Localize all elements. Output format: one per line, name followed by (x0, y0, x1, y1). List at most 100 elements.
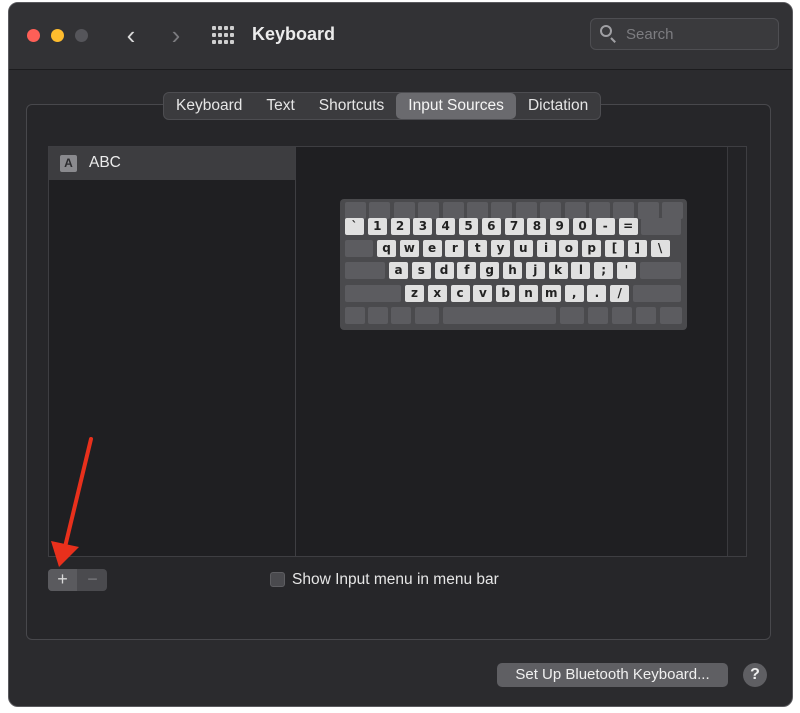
back-chevron-icon[interactable]: ‹ (117, 21, 145, 49)
keyboard-key-blank (368, 307, 388, 324)
keyboard-key: e (422, 240, 442, 257)
keyboard-key-blank (560, 307, 584, 324)
keyboard-key: p (582, 240, 602, 257)
keyboard-key: k (548, 262, 568, 279)
keyboard-key-blank (637, 202, 659, 219)
keyboard-key: q (377, 240, 396, 257)
keyboard-key: b (496, 285, 516, 302)
keyboard-key-blank (660, 307, 682, 324)
keyboard-key-blank (418, 202, 440, 219)
keyboard-key: u (513, 240, 533, 257)
keyboard-key-blank (612, 307, 632, 324)
keyboard-key: 2 (390, 218, 410, 235)
keyboard-key-blank (345, 262, 385, 279)
keyboard-key-blank (345, 285, 401, 302)
zoom-window-button[interactable] (75, 29, 88, 42)
keyboard-key-blank (515, 202, 537, 219)
keyboard-key-blank (613, 202, 635, 219)
keyboard-key: - (595, 218, 615, 235)
keyboard-layout-image: ` 1 2 3 4 5 6 7 8 9 0- = q w e r t y u i o p[] \ a s d f g h j k l; ' z x c… (340, 199, 687, 330)
keyboard-key: = (618, 218, 638, 235)
tab-shortcuts[interactable]: Shortcuts (307, 93, 396, 119)
red-arrow-annotation (51, 437, 93, 567)
keyboard-key-blank (639, 262, 681, 279)
show-all-grid-icon[interactable] (212, 26, 234, 46)
keyboard-key: 8 (527, 218, 547, 235)
keyboard-key: ] (627, 240, 647, 257)
help-button[interactable]: ? (743, 663, 767, 687)
keyboard-key-blank (641, 218, 681, 235)
keyboard-key: j (525, 262, 545, 279)
keyboard-key-blank (589, 202, 610, 219)
keyboard-key: 7 (504, 218, 524, 235)
window-title: Keyboard (252, 24, 336, 44)
tab-text[interactable]: Text (254, 93, 306, 119)
keyboard-key: l (571, 262, 591, 279)
search-icon (600, 25, 612, 37)
title-bar: ‹ › Keyboard Search (9, 3, 792, 70)
keyboard-key-blank (442, 202, 464, 219)
keyboard-key-blank (588, 307, 608, 324)
forward-chevron-icon[interactable]: › (162, 21, 190, 49)
scrollbar[interactable] (727, 147, 746, 556)
keyboard-key: a (389, 262, 408, 279)
keyboard-key-blank (443, 307, 556, 324)
keyboard-key-blank (564, 202, 586, 219)
tab-keyboard[interactable]: Keyboard (164, 93, 254, 119)
keyboard-key-blank (393, 202, 415, 219)
keyboard-key: i (536, 240, 556, 257)
keyboard-key: o (559, 240, 579, 257)
keyboard-key: n (519, 285, 538, 302)
keyboard-key-blank (467, 202, 488, 219)
keyboard-key: \ (650, 240, 670, 257)
show-input-menu-label: Show Input menu in menu bar (292, 571, 499, 588)
preference-tabs: Keyboard Text Shortcuts Input Sources Dictat… (163, 92, 602, 120)
show-input-menu-checkbox[interactable] (270, 572, 285, 587)
add-input-source-button[interactable]: + (48, 569, 77, 591)
keyboard-key-blank (345, 202, 366, 219)
keyboard-key: x (427, 285, 447, 302)
keyboard-key: 4 (436, 218, 456, 235)
keyboard-key-blank (345, 307, 365, 324)
keyboard-key: r (445, 240, 465, 257)
tab-dictation[interactable]: Dictation (516, 93, 600, 119)
keyboard-key: / (610, 285, 630, 302)
keyboard-key: . (587, 285, 607, 302)
keyboard-key: m (541, 285, 561, 302)
keyboard-key: 5 (459, 218, 478, 235)
keyboard-key: h (503, 262, 522, 279)
keyboard-key: w (399, 240, 419, 257)
keyboard-key: z (405, 285, 424, 302)
input-source-item[interactable]: A ABC (49, 147, 295, 180)
keyboard-key-blank (662, 202, 684, 219)
tab-input-sources[interactable]: Input Sources (396, 93, 516, 119)
keyboard-key-blank (391, 307, 411, 324)
setup-bluetooth-keyboard-button[interactable]: Set Up Bluetooth Keyboard... (497, 663, 728, 687)
input-source-label: ABC (89, 154, 121, 171)
keyboard-key: v (473, 285, 493, 302)
close-window-button[interactable] (27, 29, 40, 42)
keyboard-key-blank (633, 285, 681, 302)
minimize-window-button[interactable] (51, 29, 64, 42)
keyboard-key: , (564, 285, 584, 302)
keyboard-key: [ (605, 240, 624, 257)
keyboard-key: y (491, 240, 510, 257)
keyboard-key: 9 (550, 218, 570, 235)
keyboard-key: g (480, 262, 500, 279)
input-source-badge-icon: A (60, 155, 77, 172)
keyboard-key: 3 (413, 218, 433, 235)
keyboard-key: ` (345, 218, 364, 235)
keyboard-key: f (457, 262, 477, 279)
keyboard-key-blank (369, 202, 391, 219)
search-field[interactable]: Search (590, 18, 779, 50)
keyboard-key-blank (540, 202, 562, 219)
keyboard-key-blank (636, 307, 656, 324)
keyboard-key-blank (415, 307, 439, 324)
keyboard-key: s (411, 262, 431, 279)
keyboard-key: t (468, 240, 488, 257)
add-remove-control: + − (48, 569, 107, 591)
remove-input-source-button[interactable]: − (78, 569, 107, 591)
keyboard-key: 1 (367, 218, 387, 235)
keyboard-key: d (434, 262, 454, 279)
keyboard-key-blank (491, 202, 513, 219)
